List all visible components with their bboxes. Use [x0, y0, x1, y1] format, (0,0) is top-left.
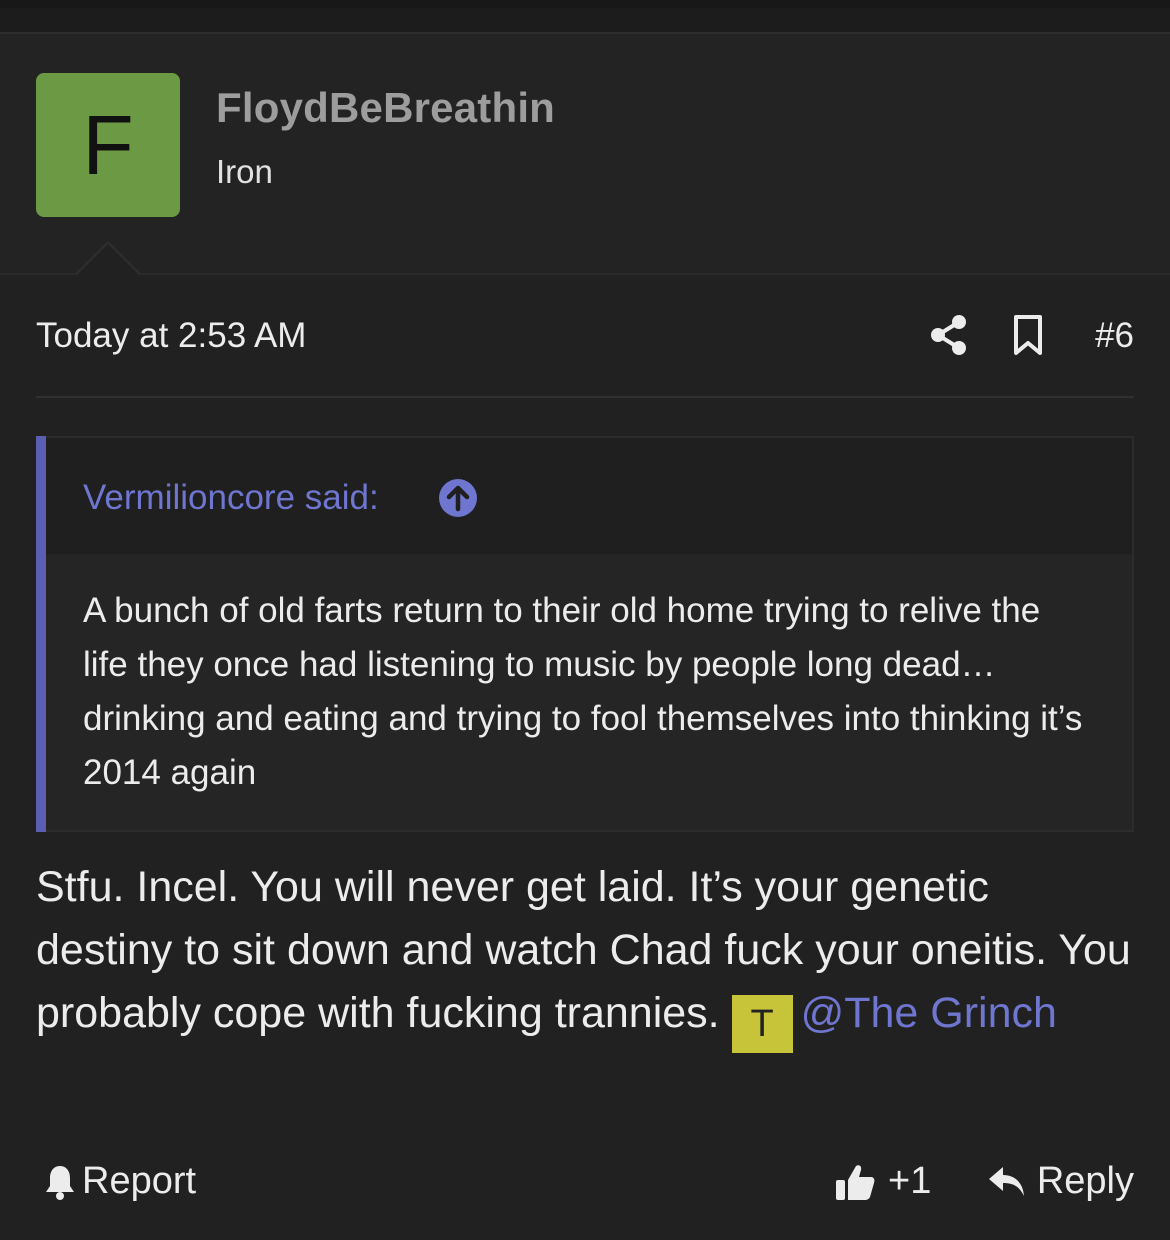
username[interactable]: FloydBeBreathin: [216, 84, 555, 132]
bookmark-icon[interactable]: [1011, 314, 1045, 356]
user-mention-link[interactable]: @The Grinch: [801, 989, 1057, 1037]
bell-icon: [46, 1165, 74, 1200]
post-meta: Today at 2:53 AM #6: [36, 312, 1134, 362]
quote-header: Vermilioncore said:: [46, 438, 1132, 554]
reply-button[interactable]: Reply: [987, 1160, 1134, 1203]
post-timestamp[interactable]: Today at 2:53 AM: [36, 316, 306, 356]
post-actions: Report +1 Reply: [36, 1158, 1134, 1208]
panel-pointer-inner: [76, 244, 140, 276]
quote-author-link[interactable]: Vermilioncore said:: [83, 478, 379, 518]
user-rank: Iron: [216, 153, 273, 190]
user-panel: F FloydBeBreathin Iron: [0, 32, 1170, 275]
quote-block: Vermilioncore said: A bunch of old farts…: [36, 436, 1134, 832]
like-button[interactable]: +1: [834, 1160, 931, 1203]
post-number-link[interactable]: #6: [1095, 316, 1134, 356]
quote-accent-bar: [36, 436, 46, 832]
report-button[interactable]: Report: [44, 1160, 196, 1203]
top-gap: [0, 8, 1170, 32]
report-label: Report: [82, 1160, 197, 1202]
post-message: Stfu. Incel. You will never get laid. It…: [36, 856, 1136, 1053]
top-bar: [0, 0, 1170, 8]
divider: [36, 396, 1134, 398]
arrow-up-circle-icon[interactable]: [438, 478, 478, 518]
avatar[interactable]: F: [36, 73, 180, 217]
mention-avatar: T: [731, 995, 793, 1053]
share-icon[interactable]: [929, 314, 969, 356]
reply-label: Reply: [1036, 1160, 1134, 1202]
like-count: +1: [888, 1160, 932, 1202]
thumbs-up-icon: [836, 1164, 875, 1200]
quote-text: A bunch of old farts return to their old…: [83, 591, 1083, 792]
reply-arrow-icon: [988, 1166, 1024, 1196]
